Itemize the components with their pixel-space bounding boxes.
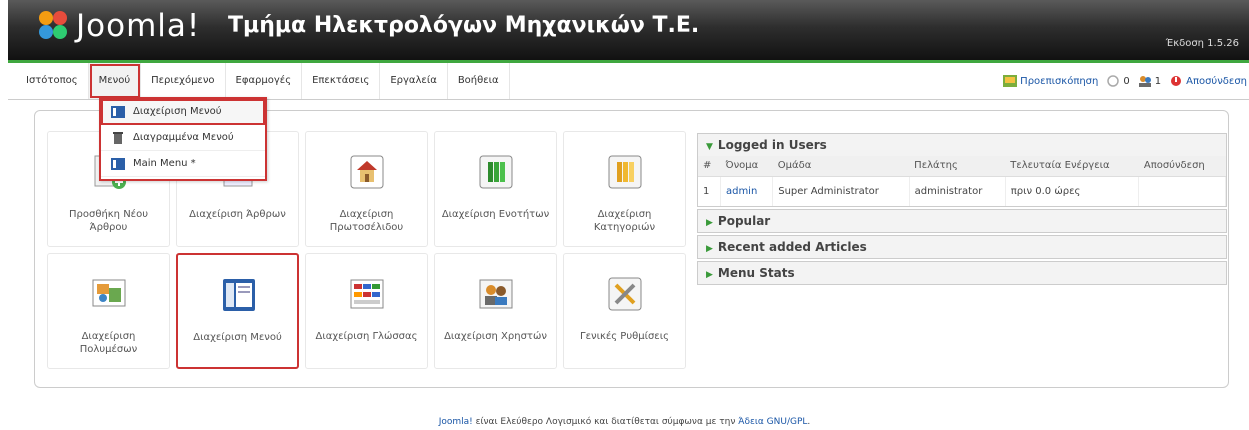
menu-menus[interactable]: Μενού	[88, 63, 142, 99]
joomla-link[interactable]: Joomla!	[439, 417, 473, 427]
footer-text: είναι Ελεύθερο Λογισμικό και διατίθεται …	[472, 417, 739, 427]
categories-icon	[608, 155, 642, 189]
pane-title: Recent added Articles	[717, 240, 867, 254]
collapse-arrow-icon: ▶	[706, 244, 713, 254]
tile-media-manager[interactable]: Διαχείριση Πολυμέσων	[47, 253, 170, 369]
pane-header[interactable]: ▶ Recent added Articles	[698, 236, 1226, 258]
settings-icon	[608, 277, 642, 311]
main-menu-bar: Ιστότοπος Μενού Περιεχόμενο Εφαρμογές Επ…	[8, 60, 1249, 100]
tile-label: Διαχείριση Ενοτήτων	[441, 209, 550, 220]
tile-label: Διαχείριση Μενού	[193, 332, 282, 343]
menu-help[interactable]: Βοήθεια	[448, 63, 510, 99]
dropdown-item-trashed-menus[interactable]: Διαγραμμένα Μενού	[101, 125, 265, 151]
tile-section-manager[interactable]: Διαχείριση Ενοτήτων	[434, 131, 557, 247]
pane-title: Logged in Users	[717, 138, 827, 152]
logged-in-users-pane: ▼ Logged in Users # Όνομα Ομάδα Πελάτης Τ…	[697, 133, 1227, 207]
logout-icon	[1171, 76, 1182, 86]
logout-label: Αποσύνδεση	[1186, 76, 1247, 87]
version-label: Έκδοση 1.5.26	[1165, 38, 1239, 49]
menu-icon	[223, 279, 255, 311]
tile-menu-manager[interactable]: Διαχείριση Μενού	[176, 253, 299, 369]
dropdown-item-menu-manager[interactable]: Διαχείριση Μενού	[101, 99, 265, 125]
online-users-indicator[interactable]: 1	[1138, 75, 1161, 87]
dropdown-label: Διαχείριση Μενού	[133, 106, 222, 117]
menu-extensions[interactable]: Επεκτάσεις	[302, 63, 381, 99]
column-header: Αποσύνδεση	[1138, 156, 1226, 177]
media-icon	[92, 279, 126, 307]
pane-title: Menu Stats	[717, 266, 795, 280]
site-title: Τμήμα Ηλεκτρολόγων Μηχανικών Τ.Ε.	[228, 13, 700, 38]
pane-header[interactable]: ▶ Menu Stats	[698, 262, 1226, 284]
tile-global-configuration[interactable]: Γενικές Ρυθμίσεις	[563, 253, 686, 369]
joomla-logo-text: Joomla!	[76, 8, 201, 44]
collapse-arrow-icon: ▶	[706, 218, 713, 228]
pane-title: Popular	[717, 214, 771, 228]
users-online-icon	[1138, 76, 1151, 87]
trash-icon	[113, 132, 123, 144]
dropdown-label: Main Menu *	[133, 158, 196, 169]
language-icon	[350, 279, 384, 309]
users-count: 1	[1154, 76, 1162, 87]
user-name-link[interactable]: admin	[720, 176, 774, 206]
table-row: 1 admin Super Administrator administrato…	[698, 176, 1226, 206]
tile-label: Προσθήκη Νέου Άρθρου	[69, 209, 148, 233]
tile-category-manager[interactable]: Διαχείριση Κατηγοριών	[563, 131, 686, 247]
column-header: Τελευταία Ενέργεια	[1005, 156, 1139, 177]
preview-link[interactable]: Προεπισκόπηση	[1003, 75, 1098, 87]
admin-header: Joomla! Τμήμα Ηλεκτρολόγων Μηχανικών Τ.Ε…	[8, 0, 1249, 60]
tile-label: Διαχείριση Πρωτοσέλιδου	[329, 209, 404, 233]
collapse-arrow-icon: ▶	[706, 270, 713, 280]
tile-label: Διαχείριση Πολυμέσων	[79, 331, 138, 355]
recent-articles-pane: ▶ Recent added Articles	[697, 235, 1227, 259]
logout-link[interactable]: Αποσύνδεση	[1169, 75, 1247, 87]
messages-count: 0	[1123, 76, 1130, 87]
footer-end: .	[807, 417, 811, 427]
menu-item-icon	[111, 158, 125, 170]
sections-icon	[479, 155, 513, 189]
preview-icon	[1003, 75, 1018, 87]
menu-tools[interactable]: Εργαλεία	[380, 63, 448, 99]
expand-arrow-icon: ▼	[706, 142, 713, 152]
tile-label: Διαχείριση Κατηγοριών	[593, 209, 656, 233]
logged-in-users-table: # Όνομα Ομάδα Πελάτης Τελευταία Ενέργεια…	[698, 156, 1226, 206]
dropdown-label: Διαγραμμένα Μενού	[133, 132, 234, 143]
pane-header[interactable]: ▶ Popular	[698, 210, 1226, 232]
user-client: administrator	[909, 176, 1006, 206]
footer: Joomla! είναι Ελεύθερο Λογισμικό και δια…	[0, 417, 1249, 427]
pane-header[interactable]: ▼ Logged in Users	[698, 134, 1226, 156]
menu-components[interactable]: Εφαρμογές	[226, 63, 303, 99]
popular-pane: ▶ Popular	[697, 209, 1227, 233]
column-header: Πελάτης	[909, 156, 1006, 177]
last-activity: πριν 0.0 ώρες	[1005, 176, 1140, 206]
tile-user-manager[interactable]: Διαχείριση Χρηστών	[434, 253, 557, 369]
tile-language-manager[interactable]: Διαχείριση Γλώσσας	[305, 253, 428, 369]
user-group: Super Administrator	[772, 176, 910, 206]
users-icon	[479, 279, 513, 309]
column-header: Όνομα	[720, 156, 773, 177]
preview-label: Προεπισκόπηση	[1020, 76, 1099, 87]
messages-indicator[interactable]: 0	[1106, 75, 1130, 87]
menu-site[interactable]: Ιστότοπος	[16, 63, 89, 99]
row-number: 1	[698, 176, 721, 206]
messages-icon	[1107, 75, 1120, 87]
menu-stats-pane: ▶ Menu Stats	[697, 261, 1227, 285]
admin-modules: ▼ Logged in Users # Όνομα Ομάδα Πελάτης Τ…	[697, 133, 1227, 287]
menus-dropdown: Διαχείριση Μενού Διαγραμμένα Μενού Main …	[99, 97, 267, 181]
tile-label: Διαχείριση Χρηστών	[444, 331, 547, 342]
tile-label: Γενικές Ρυθμίσεις	[580, 331, 669, 342]
tile-label: Διαχείριση Άρθρων	[189, 209, 286, 220]
tile-label: Διαχείριση Γλώσσας	[315, 331, 418, 342]
tile-frontpage-manager[interactable]: Διαχείριση Πρωτοσέλιδου	[305, 131, 428, 247]
license-link[interactable]: Άδεια GNU/GPL	[738, 417, 807, 427]
column-header: #	[698, 156, 721, 177]
menu-manager-icon	[111, 106, 125, 118]
dropdown-item-main-menu[interactable]: Main Menu *	[101, 151, 265, 177]
joomla-logo-icon	[39, 11, 67, 39]
column-header: Ομάδα	[772, 156, 910, 177]
logout-cell	[1138, 176, 1226, 206]
frontpage-icon	[350, 155, 384, 189]
table-header-row: # Όνομα Ομάδα Πελάτης Τελευταία Ενέργεια…	[698, 156, 1226, 177]
menu-content[interactable]: Περιεχόμενο	[141, 63, 226, 99]
